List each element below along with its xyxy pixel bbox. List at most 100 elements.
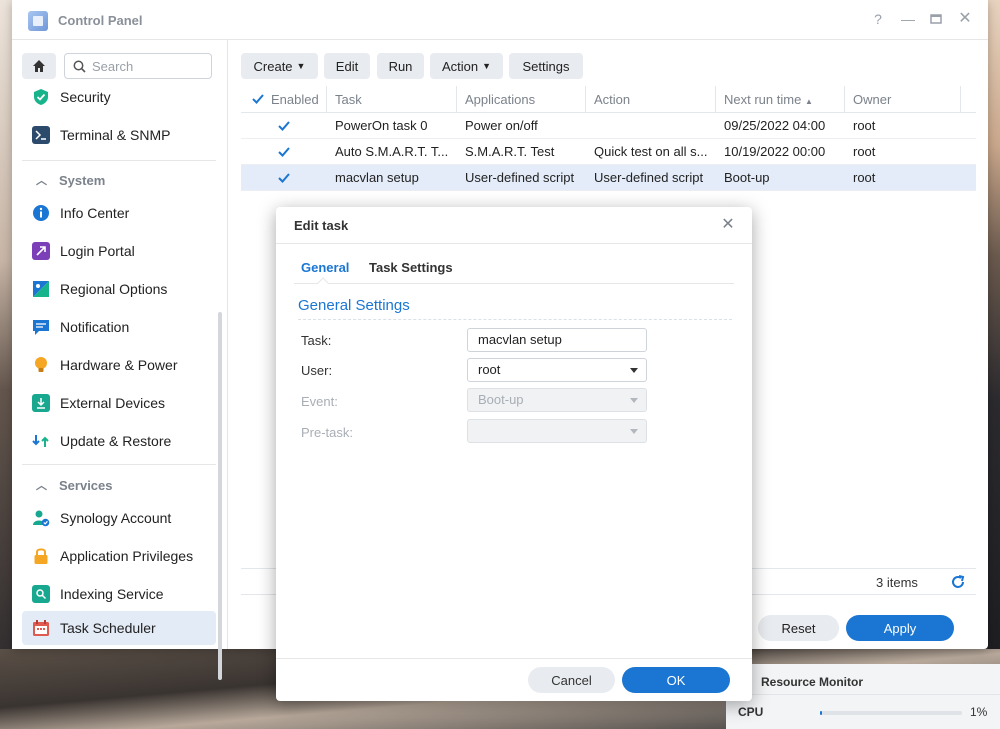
update-icon bbox=[32, 432, 50, 450]
sidebar-section-label: System bbox=[59, 172, 106, 188]
sidebar-item-label: Terminal & SNMP bbox=[60, 127, 171, 143]
column-next-run-time[interactable]: Next run time ▲ bbox=[716, 86, 845, 113]
dialog-footer-divider bbox=[276, 658, 752, 659]
checkmark-icon[interactable] bbox=[277, 171, 291, 185]
dropdown-arrow-icon bbox=[630, 368, 638, 373]
cell-task: macvlan setup bbox=[335, 170, 419, 185]
cpu-usage-fill bbox=[820, 711, 822, 715]
indexing-icon bbox=[32, 585, 50, 603]
column-applications[interactable]: Applications bbox=[457, 86, 586, 113]
dialog-title: Edit task bbox=[294, 218, 349, 233]
sidebar-item-label: Task Scheduler bbox=[60, 620, 156, 636]
sidebar-item-regional-options[interactable]: Regional Options bbox=[22, 272, 216, 306]
cell-application: Power on/off bbox=[465, 118, 538, 133]
sidebar-item-external-devices[interactable]: External Devices bbox=[22, 386, 216, 420]
sidebar-item-label: Login Portal bbox=[60, 243, 135, 259]
terminal-icon bbox=[32, 126, 50, 144]
action-button[interactable]: Action ▼ bbox=[430, 53, 503, 79]
close-icon[interactable]: ✕ bbox=[720, 217, 736, 233]
info-icon bbox=[32, 204, 50, 222]
sidebar-item-task-scheduler[interactable]: Task Scheduler bbox=[22, 611, 216, 645]
user-label: User: bbox=[301, 363, 333, 378]
column-action[interactable]: Action bbox=[586, 86, 716, 113]
checkmark-icon[interactable] bbox=[251, 92, 265, 106]
tab-bar-underline bbox=[294, 283, 734, 284]
dropdown-arrow-icon bbox=[630, 398, 638, 403]
sidebar-item-application-privileges[interactable]: Application Privileges bbox=[22, 539, 216, 573]
run-button[interactable]: Run bbox=[377, 53, 424, 79]
sort-ascending-icon: ▲ bbox=[804, 97, 813, 106]
column-label: Enabled bbox=[271, 92, 319, 107]
sidebar-scrollbar[interactable] bbox=[218, 312, 222, 680]
sidebar-item-notification[interactable]: Notification bbox=[22, 310, 216, 344]
cancel-button[interactable]: Cancel bbox=[528, 667, 615, 693]
column-label: Next run time bbox=[724, 92, 802, 107]
home-button[interactable] bbox=[22, 53, 56, 79]
search-input[interactable] bbox=[92, 58, 202, 74]
sidebar-item-indexing-service[interactable]: Indexing Service bbox=[22, 577, 216, 611]
sidebar-section-label: Services bbox=[59, 477, 113, 493]
sidebar-item-label: Indexing Service bbox=[60, 586, 164, 602]
dropdown-arrow-icon bbox=[630, 429, 638, 434]
table-row[interactable]: Auto S.M.A.R.T. T... S.M.A.R.T. Test Qui… bbox=[241, 139, 976, 165]
column-owner[interactable]: Owner bbox=[845, 86, 961, 113]
sidebar-item-label: Info Center bbox=[60, 205, 130, 221]
sidebar-divider bbox=[22, 160, 216, 161]
user-select[interactable]: root bbox=[467, 358, 647, 382]
sidebar-item-login-portal[interactable]: Login Portal bbox=[22, 234, 216, 268]
cell-owner: root bbox=[853, 144, 876, 159]
cell-next-run: Boot-up bbox=[724, 170, 770, 185]
sidebar-item-hardware-power[interactable]: Hardware & Power bbox=[22, 348, 216, 382]
sidebar-divider bbox=[22, 464, 216, 465]
synology-account-icon bbox=[32, 509, 50, 527]
sidebar-section-system[interactable]: ︿ System bbox=[36, 172, 105, 188]
sidebar-item-update-restore[interactable]: Update & Restore bbox=[22, 424, 216, 458]
lightbulb-icon bbox=[32, 356, 50, 374]
sidebar-section-services[interactable]: ︿ Services bbox=[36, 477, 113, 493]
column-enabled[interactable]: Enabled bbox=[241, 86, 327, 113]
task-name-input[interactable]: macvlan setup bbox=[467, 328, 647, 352]
refresh-icon[interactable] bbox=[950, 574, 966, 590]
reset-button[interactable]: Reset bbox=[758, 615, 839, 641]
help-icon[interactable]: ? bbox=[870, 11, 886, 27]
search-box[interactable] bbox=[64, 53, 212, 79]
home-icon bbox=[33, 60, 45, 72]
sidebar: Security Terminal & SNMP ︿ System Info C… bbox=[12, 40, 228, 680]
caret-down-icon: ▼ bbox=[482, 61, 492, 71]
sidebar-item-info-center[interactable]: Info Center bbox=[22, 196, 216, 230]
minimize-icon[interactable]: — bbox=[900, 11, 916, 27]
pretask-select bbox=[467, 419, 647, 443]
resource-monitor-title: Resource Monitor bbox=[761, 675, 864, 689]
tab-task-settings[interactable]: Task Settings bbox=[369, 260, 453, 275]
sidebar-item-synology-account[interactable]: Synology Account bbox=[22, 501, 216, 535]
sidebar-item-terminal-snmp[interactable]: Terminal & SNMP bbox=[22, 118, 216, 152]
ok-button[interactable]: OK bbox=[622, 667, 730, 693]
active-tab-indicator bbox=[317, 277, 329, 289]
table-row-selected[interactable]: macvlan setup User-defined script User-d… bbox=[241, 165, 976, 191]
window-title: Control Panel bbox=[58, 13, 143, 28]
task-label: Task: bbox=[301, 333, 332, 348]
edit-task-dialog: Edit task ✕ General Task Settings Genera… bbox=[276, 207, 752, 701]
create-button[interactable]: Create ▼ bbox=[241, 53, 318, 79]
column-task[interactable]: Task bbox=[327, 86, 457, 113]
control-panel-icon bbox=[28, 11, 48, 31]
login-portal-icon bbox=[32, 242, 50, 260]
tab-general[interactable]: General bbox=[301, 260, 349, 275]
maximize-icon[interactable] bbox=[928, 11, 944, 27]
regional-options-icon bbox=[32, 280, 50, 298]
cell-action: User-defined script bbox=[594, 170, 704, 185]
table-row[interactable]: PowerOn task 0 Power on/off 09/25/2022 0… bbox=[241, 113, 976, 139]
sidebar-item-label: Security bbox=[60, 89, 111, 105]
sidebar-item-label: Update & Restore bbox=[60, 433, 172, 449]
settings-button[interactable]: Settings bbox=[509, 53, 583, 79]
checkmark-icon[interactable] bbox=[277, 119, 291, 133]
apply-button[interactable]: Apply bbox=[846, 615, 954, 641]
notification-icon bbox=[32, 318, 50, 336]
cell-action bbox=[586, 113, 716, 139]
desktop-wallpaper-left bbox=[0, 0, 12, 650]
close-icon[interactable]: ✕ bbox=[957, 11, 973, 27]
edit-button[interactable]: Edit bbox=[324, 53, 370, 79]
sidebar-item-security[interactable]: Security bbox=[22, 80, 216, 114]
cell-application: User-defined script bbox=[465, 170, 575, 185]
checkmark-icon[interactable] bbox=[277, 145, 291, 159]
